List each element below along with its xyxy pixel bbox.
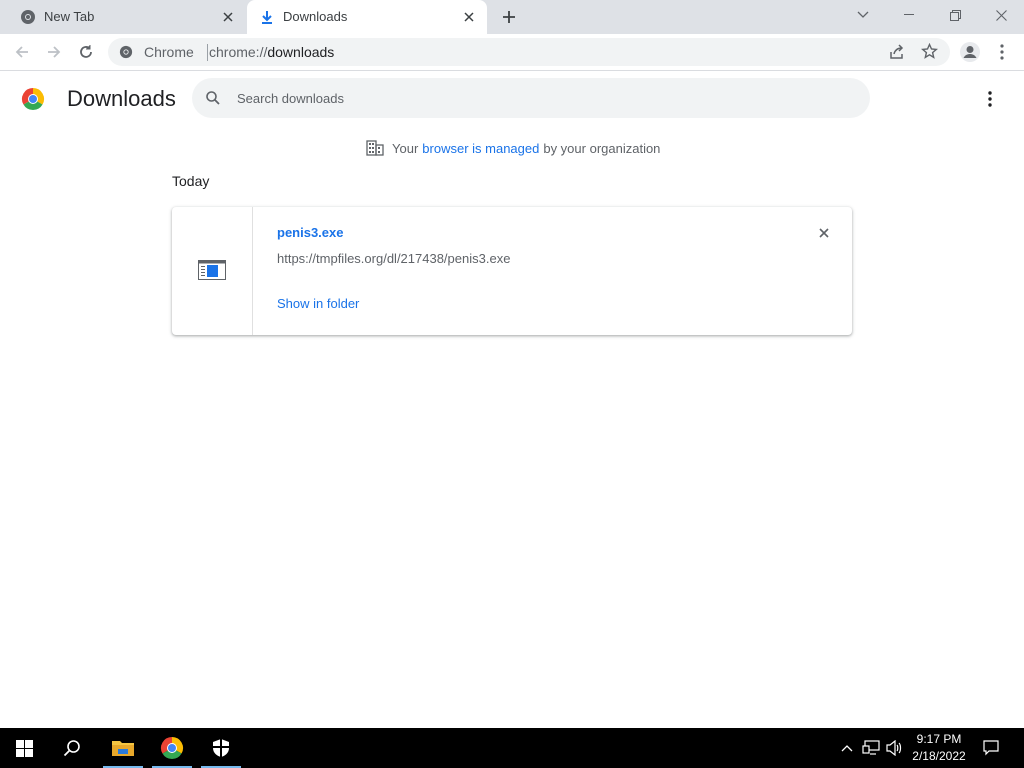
- new-tab-button[interactable]: [498, 6, 520, 28]
- tab-new-tab[interactable]: New Tab: [0, 0, 246, 34]
- system-clock[interactable]: 9:17 PM 2/18/2022: [904, 731, 974, 765]
- file-explorer-icon[interactable]: [103, 728, 143, 768]
- site-label: Chrome: [144, 44, 194, 60]
- clock-time: 9:17 PM: [916, 732, 962, 746]
- file-icon-area: [172, 207, 253, 335]
- remove-from-list-icon[interactable]: [812, 223, 836, 243]
- managed-text-after: by your organization: [543, 140, 661, 156]
- show-in-folder-link[interactable]: Show in folder: [277, 296, 359, 311]
- tab-title: Downloads: [283, 9, 348, 24]
- share-icon[interactable]: [889, 44, 905, 65]
- volume-icon[interactable]: [884, 738, 906, 758]
- managed-notice: Your browser is managed by your organiza…: [366, 140, 660, 156]
- tab-strip: New Tab Downloads: [0, 0, 1024, 34]
- back-button[interactable]: [8, 38, 36, 66]
- reload-button[interactable]: [72, 38, 100, 66]
- tab-downloads[interactable]: Downloads: [247, 0, 487, 34]
- profile-avatar-icon[interactable]: [956, 38, 984, 66]
- browser-toolbar: Chrome chrome://downloads: [0, 34, 1024, 71]
- page-title: Downloads: [67, 86, 176, 111]
- bookmark-star-icon[interactable]: [920, 42, 939, 65]
- download-icon: [259, 9, 275, 25]
- restore-button[interactable]: [932, 0, 978, 30]
- close-tab-icon[interactable]: [218, 7, 238, 27]
- download-file-name-link[interactable]: penis3.exe: [277, 225, 344, 240]
- windows-security-icon[interactable]: [201, 728, 241, 768]
- chrome-menu-icon[interactable]: [988, 38, 1016, 66]
- search-downloads-input[interactable]: Search downloads: [192, 78, 870, 118]
- chrome-icon: [20, 9, 36, 25]
- managed-text-before: Your: [392, 140, 419, 156]
- close-window-button[interactable]: [978, 0, 1024, 30]
- tab-title: New Tab: [44, 9, 95, 24]
- tab-search-button[interactable]: [840, 0, 886, 30]
- url-text: chrome://downloads: [209, 44, 335, 60]
- windows-start-icon[interactable]: [4, 728, 44, 768]
- forward-button[interactable]: [40, 38, 68, 66]
- windows-taskbar: 9:17 PM 2/18/2022: [0, 728, 1024, 768]
- chrome-icon: [119, 45, 133, 64]
- omnibox-divider: [207, 44, 208, 61]
- search-icon[interactable]: [52, 728, 92, 768]
- executable-file-icon: [198, 260, 226, 285]
- date-section-heading: Today: [172, 173, 210, 189]
- download-source-url: https://tmpfiles.org/dl/217438/penis3.ex…: [277, 251, 511, 266]
- network-icon[interactable]: [860, 738, 882, 758]
- address-bar[interactable]: Chrome chrome://downloads: [108, 38, 950, 66]
- clock-date: 2/18/2022: [912, 749, 966, 763]
- business-building-icon: [366, 140, 384, 156]
- chrome-icon[interactable]: [152, 728, 192, 768]
- show-hidden-icons-icon[interactable]: [838, 738, 856, 758]
- close-tab-icon[interactable]: [459, 7, 479, 27]
- download-item-card: penis3.exe https://tmpfiles.org/dl/21743…: [172, 207, 852, 335]
- browser-managed-link[interactable]: browser is managed: [422, 141, 539, 156]
- search-icon: [206, 91, 220, 110]
- minimize-button[interactable]: [886, 0, 932, 30]
- chrome-logo-icon: [21, 87, 45, 116]
- more-actions-icon[interactable]: [978, 87, 1002, 111]
- search-placeholder: Search downloads: [237, 91, 344, 106]
- action-center-icon[interactable]: [980, 738, 1002, 758]
